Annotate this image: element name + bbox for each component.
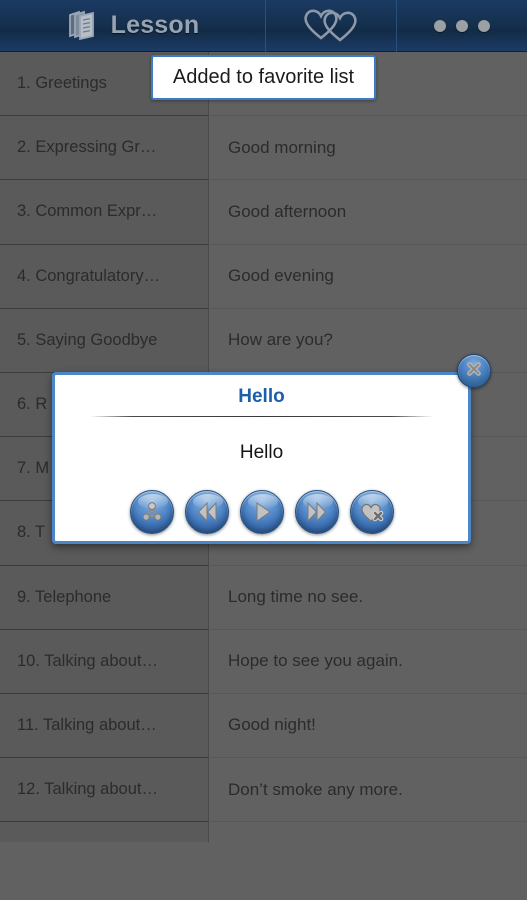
close-x-icon	[464, 359, 484, 384]
share-icon	[140, 500, 164, 524]
list-item[interactable]: Good morning	[210, 116, 527, 181]
phrase-label: How are you?	[228, 330, 333, 350]
sidebar-item[interactable]: 3. Common Expr…	[0, 180, 208, 245]
phrase-label: Hope to see you again.	[228, 651, 403, 671]
phrase-label: Good evening	[228, 266, 334, 286]
sidebar-item[interactable]: 9. Telephone	[0, 565, 208, 630]
sidebar-item[interactable]: 4. Congratulatory…	[0, 244, 208, 309]
phrase-label: Don’t smoke any more.	[228, 779, 403, 799]
previous-icon	[194, 500, 220, 524]
previous-button[interactable]	[184, 490, 229, 534]
sidebar-item-label: 11. Talking about…	[17, 715, 157, 734]
dialog-title: Hello	[238, 386, 285, 407]
list-item[interactable]: Hope to see you again.	[210, 630, 527, 694]
sidebar-item[interactable]	[0, 822, 208, 842]
list-item[interactable]: Long time no see.	[210, 566, 527, 630]
list-item[interactable]: Don’t smoke any more.	[210, 758, 527, 823]
toast-message: Added to favorite list	[172, 66, 355, 88]
next-icon	[304, 500, 330, 524]
dialog-close-button[interactable]	[457, 354, 491, 388]
action-bar: Lesson	[0, 0, 527, 52]
phrase-label: Good morning	[228, 137, 336, 157]
sidebar-item-label: 10. Talking about…	[17, 651, 158, 670]
sidebar-item[interactable]: 5. Saying Goodbye	[0, 308, 208, 373]
phrase-label: Long time no see.	[228, 587, 364, 607]
hearts-icon	[299, 3, 363, 48]
sidebar-item-label: 9. Telephone	[17, 587, 112, 606]
overflow-menu-icon	[434, 19, 490, 32]
share-button[interactable]	[129, 490, 174, 534]
sidebar-item[interactable]: 12. Talking about…	[0, 758, 208, 823]
sidebar-item-label: 5. Saying Goodbye	[17, 330, 158, 349]
sidebar-item[interactable]: 10. Talking about…	[0, 629, 208, 694]
sidebar-item[interactable]: 2. Expressing Gr…	[0, 116, 208, 181]
list-item[interactable]: Good afternoon	[210, 180, 527, 245]
sidebar-item-label: 8. T	[17, 523, 46, 542]
dialog-phrase-text: Hello	[239, 442, 284, 463]
play-icon	[250, 500, 274, 524]
next-button[interactable]	[294, 490, 339, 534]
favorites-button[interactable]	[265, 0, 396, 52]
app-root: Lesson 1. Greetings 2. Expressing Gr… 3.…	[0, 0, 527, 900]
remove-favorite-button[interactable]	[349, 490, 394, 534]
documents-icon	[66, 9, 102, 43]
sidebar-item-label: 7. M	[17, 459, 50, 478]
lesson-title-button[interactable]: Lesson	[0, 0, 265, 52]
phrase-dialog: Hello Hello	[52, 354, 491, 544]
dialog-button-row	[55, 490, 468, 534]
action-bar-title: Lesson	[110, 11, 200, 39]
toast-notification: Added to favorite list	[151, 55, 376, 100]
list-item[interactable]: Good evening	[210, 245, 527, 309]
sidebar-item[interactable]: 11. Talking about…	[0, 693, 208, 759]
play-button[interactable]	[239, 490, 284, 534]
remove-favorite-icon	[359, 500, 385, 524]
sidebar-item-label: 4. Congratulatory…	[17, 266, 161, 285]
sidebar-item-label: 6. R	[17, 395, 48, 414]
phrase-label: Good night!	[228, 715, 316, 735]
phrase-label: Good afternoon	[228, 201, 347, 221]
overflow-menu-button[interactable]	[396, 0, 527, 52]
sidebar-item-label: 1. Greetings	[17, 74, 107, 93]
list-item[interactable]: Good night!	[210, 694, 527, 759]
sidebar-item-label: 3. Common Expr…	[17, 202, 158, 221]
sidebar-item-label: 2. Expressing Gr…	[17, 138, 157, 157]
sidebar-item-label: 12. Talking about…	[17, 780, 158, 799]
